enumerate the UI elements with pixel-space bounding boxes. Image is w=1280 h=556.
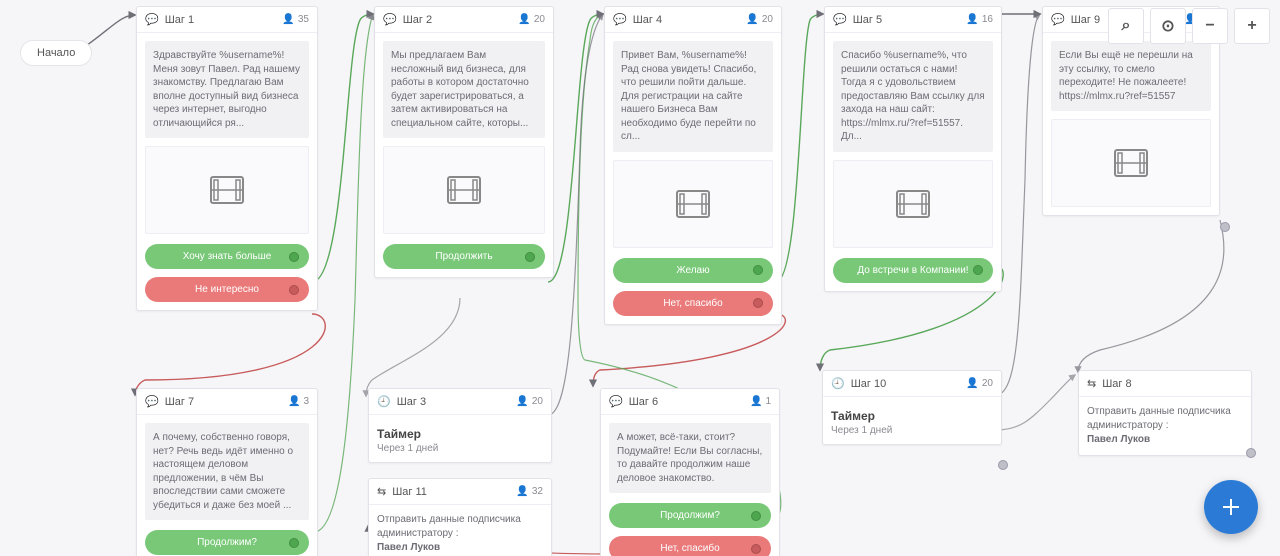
- step-8-card[interactable]: ⇆ Шаг 8 Отправить данные подписчика админ…: [1078, 370, 1252, 456]
- chat-icon: 💬: [609, 395, 623, 408]
- button-no[interactable]: Нет, спасибо: [613, 291, 773, 316]
- add-step-fab[interactable]: [1204, 480, 1258, 534]
- card-title: Шаг 10: [851, 378, 887, 390]
- port[interactable]: [1246, 448, 1256, 458]
- subscriber-count: 👤 20: [746, 14, 773, 25]
- message-text: Если Вы ещё не перешли на эту ссылку, то…: [1051, 41, 1211, 111]
- subscriber-count: 👤 3: [288, 396, 309, 407]
- media-placeholder: [613, 160, 773, 248]
- step-4-card[interactable]: 💬 Шаг 4 👤 20 Привет Вам, %username%! Рад с…: [604, 6, 782, 325]
- message-text: Привет Вам, %username%! Рад снова увидет…: [613, 41, 773, 152]
- card-title: Шаг 2: [403, 14, 432, 26]
- clock-icon: 🕘: [831, 377, 845, 390]
- chat-icon: 💬: [833, 13, 847, 26]
- chat-icon: 💬: [383, 13, 397, 26]
- chat-icon: 💬: [1051, 13, 1065, 26]
- subscriber-count: 👤 20: [518, 14, 545, 25]
- media-placeholder: [145, 146, 309, 234]
- port[interactable]: [998, 460, 1008, 470]
- subscriber-count: 👤 20: [516, 396, 543, 407]
- zoom-in-button[interactable]: +: [1234, 8, 1270, 44]
- card-title: Шаг 7: [165, 396, 194, 408]
- subscriber-count: 👤 32: [516, 486, 543, 497]
- step-2-card[interactable]: 💬 Шаг 2 👤 20 Мы предлагаем Вам несложный в…: [374, 6, 554, 278]
- message-text: А почему, собственно говоря, нет? Речь в…: [145, 423, 309, 520]
- start-node[interactable]: Начало: [20, 40, 92, 66]
- card-header: 💬 Шаг 1 👤 35: [137, 7, 317, 33]
- card-title: Шаг 4: [633, 14, 662, 26]
- canvas-toolbar: ⌕ ⊙ − +: [1108, 8, 1270, 44]
- step-1-card[interactable]: 💬 Шаг 1 👤 35 Здравствуйте %username%! Ме…: [136, 6, 318, 311]
- card-title: Шаг 6: [629, 396, 658, 408]
- zoom-out-button[interactable]: −: [1192, 8, 1228, 44]
- start-label: Начало: [37, 47, 75, 59]
- message-text: Мы предлагаем Вам несложный вид бизнеса,…: [383, 41, 545, 138]
- card-title: Шаг 8: [1102, 378, 1131, 390]
- button-continue[interactable]: Продолжить: [383, 244, 545, 269]
- media-placeholder: [383, 146, 545, 234]
- search-icon: ⌕: [1122, 17, 1131, 35]
- message-text: Здравствуйте %username%! Меня зовут Паве…: [145, 41, 309, 138]
- center-button[interactable]: ⊙: [1150, 8, 1186, 44]
- media-placeholder: [833, 160, 993, 248]
- plus-icon: +: [1247, 17, 1256, 35]
- port[interactable]: [1220, 222, 1230, 232]
- button-more[interactable]: Хочу знать больше: [145, 244, 309, 269]
- subscriber-count: 👤 20: [966, 378, 993, 389]
- card-title: Шаг 3: [397, 396, 426, 408]
- timer-title: Таймер: [831, 409, 993, 423]
- share-icon: ⇆: [1087, 377, 1096, 390]
- subscriber-count: 👤 35: [282, 14, 309, 25]
- minus-icon: −: [1205, 17, 1214, 35]
- button-continue[interactable]: Продолжим?: [145, 530, 309, 555]
- card-title: Шаг 11: [392, 486, 427, 498]
- card-title: Шаг 5: [853, 14, 882, 26]
- button-goodbye[interactable]: До встречи в Компании!: [833, 258, 993, 283]
- share-icon: ⇆: [377, 485, 386, 498]
- card-title: Шаг 9: [1071, 14, 1100, 26]
- button-no[interactable]: Нет, спасибо: [609, 536, 771, 556]
- flow-canvas[interactable]: { "start_label": "Начало", "toolbar": {"…: [0, 0, 1280, 556]
- message-text: А может, всё-таки, стоит? Подумайте! Есл…: [609, 423, 771, 493]
- button-continue[interactable]: Продолжим?: [609, 503, 771, 528]
- admin-action-text: Отправить данные подписчика администрато…: [377, 513, 543, 555]
- message-text: Спасибо %username%, что решили остаться …: [833, 41, 993, 152]
- timer-subtitle: Через 1 дней: [831, 425, 993, 436]
- subscriber-count: 👤 16: [966, 14, 993, 25]
- chat-icon: 💬: [613, 13, 627, 26]
- step-3-card[interactable]: 🕘 Шаг 3 👤 20 Таймер Через 1 дней: [368, 388, 552, 463]
- step-5-card[interactable]: 💬 Шаг 5 👤 16 Спасибо %username%, что решил…: [824, 6, 1002, 292]
- chat-icon: 💬: [145, 395, 159, 408]
- step-10-card[interactable]: 🕘 Шаг 10 👤 20 Таймер Через 1 дней: [822, 370, 1002, 445]
- step-7-card[interactable]: 💬 Шаг 7 👤 3 А почему, собственно говоря, н…: [136, 388, 318, 556]
- button-not-interested[interactable]: Не интересно: [145, 277, 309, 302]
- timer-subtitle: Через 1 дней: [377, 443, 543, 454]
- button-yes[interactable]: Желаю: [613, 258, 773, 283]
- subscriber-count: 👤 1: [750, 396, 771, 407]
- step-11-card[interactable]: ⇆ Шаг 11 👤 32 Отправить данные подписчика …: [368, 478, 552, 556]
- timer-title: Таймер: [377, 427, 543, 441]
- chat-icon: 💬: [145, 13, 159, 26]
- clock-icon: 🕘: [377, 395, 391, 408]
- search-button[interactable]: ⌕: [1108, 8, 1144, 44]
- step-6-card[interactable]: 💬 Шаг 6 👤 1 А может, всё-таки, стоит? Поду…: [600, 388, 780, 556]
- card-title: Шаг 1: [165, 14, 194, 26]
- media-placeholder: [1051, 119, 1211, 207]
- target-icon: ⊙: [1161, 16, 1174, 36]
- admin-action-text: Отправить данные подписчика администрато…: [1087, 405, 1243, 447]
- plus-icon: [1221, 497, 1241, 517]
